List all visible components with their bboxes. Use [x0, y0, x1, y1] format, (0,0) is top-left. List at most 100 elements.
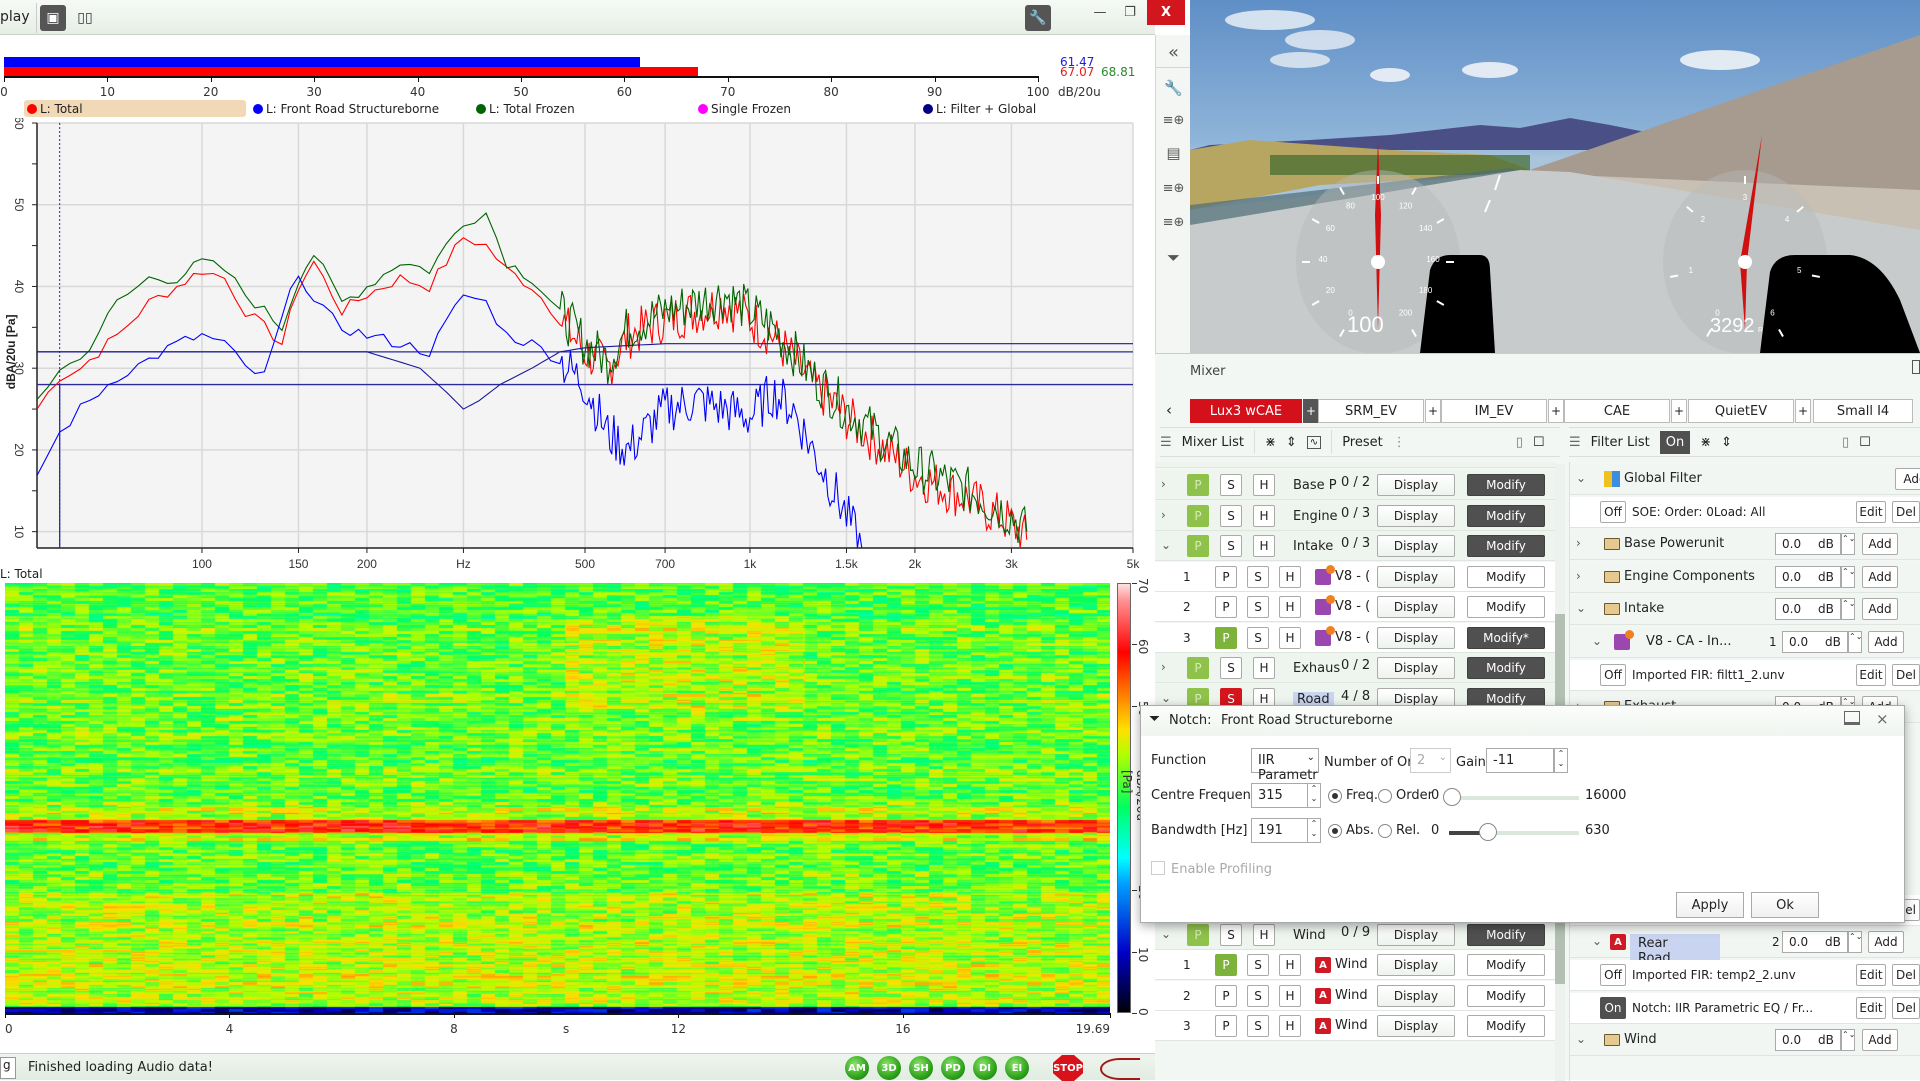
filter-row-folder[interactable]: ⌄ Intake 0.0 dB ⌃⌄ Add	[1570, 594, 1920, 626]
chevron-right-icon[interactable]: ›	[1161, 477, 1166, 491]
hide-button[interactable]: H	[1279, 1015, 1301, 1037]
modify-button[interactable]: Modify	[1467, 565, 1545, 588]
display-button[interactable]: Display	[1377, 474, 1455, 496]
function-select[interactable]: IIR Parametr ⌄	[1251, 748, 1319, 783]
filter-row-filter[interactable]: Off Imported FIR: filtt1_2.unv Edit Del	[1570, 659, 1920, 691]
add-tab-button[interactable]: +	[1548, 399, 1564, 423]
display-button[interactable]: Display	[1377, 565, 1455, 588]
add-button[interactable]: Add	[1868, 931, 1904, 954]
stop-button[interactable]: STOP	[1053, 1055, 1083, 1081]
display-button[interactable]: Display	[1377, 596, 1455, 618]
chevron-down-icon[interactable]: ⌄	[1576, 471, 1586, 485]
legend-item-single-frozen[interactable]: Single Frozen	[695, 100, 791, 117]
bandwidth-input[interactable]: 191	[1251, 818, 1308, 843]
chevron-right-icon[interactable]: ›	[1576, 569, 1581, 583]
gain-spinner[interactable]: ⌃ ⌄	[1554, 748, 1568, 773]
status-led-am[interactable]: AM	[845, 1056, 869, 1080]
mixer-group-row[interactable]: ⌄ P S H Wind 0 / 9 Display Modify	[1155, 919, 1555, 950]
modify-button[interactable]: Modify	[1467, 535, 1545, 557]
gain-db-input[interactable]: 0.0 dB	[1775, 598, 1841, 621]
add-tab-button[interactable]: +	[1795, 399, 1811, 423]
monitor-icon[interactable]: ▣	[40, 5, 66, 31]
mixer-item-row[interactable]: 2 P S H A Wind Display Modify	[1155, 980, 1555, 1011]
orders-select[interactable]: 2 ⌄	[1410, 748, 1451, 773]
play-button[interactable]: P	[1187, 535, 1209, 557]
display-button[interactable]: Display	[1377, 984, 1455, 1007]
solo-button[interactable]: S	[1220, 923, 1242, 946]
delete-button[interactable]: Del	[1892, 964, 1920, 986]
mixer-item-row[interactable]: 3 P S H V8 - (Display Modify*	[1155, 622, 1555, 653]
centre-slider-thumb[interactable]	[1442, 788, 1461, 806]
gain-db-spinner[interactable]: ⌃⌄	[1841, 598, 1855, 621]
display-button[interactable]: Display	[1377, 535, 1455, 557]
solo-button[interactable]: S	[1220, 504, 1242, 527]
gain-db-spinner[interactable]: ⌃⌄	[1848, 631, 1862, 653]
hide-button[interactable]: H	[1253, 535, 1275, 557]
mixer-tab-lux3-wcae[interactable]: Lux3 wCAE	[1190, 399, 1302, 423]
mixer-tab-small-i4[interactable]: Small I4	[1813, 399, 1913, 423]
chevron-right-icon[interactable]: ›	[1161, 660, 1166, 674]
menu-icon[interactable]: ☰	[1160, 435, 1172, 450]
filter-row-folder[interactable]: › Base Powerunit 0.0 dB ⌃⌄ Add	[1570, 529, 1920, 561]
modify-button[interactable]: Modify	[1467, 923, 1545, 946]
mixer-group-row[interactable]: › P S H Base P 0 / 2 Display Modify	[1155, 470, 1555, 500]
mixer-tab-quietev[interactable]: QuietEV	[1688, 399, 1794, 423]
modify-button[interactable]: Modify	[1467, 474, 1545, 496]
mixer-tab-im-ev[interactable]: IM_EV	[1441, 399, 1547, 423]
restore-button[interactable]: ❐	[1113, 0, 1147, 25]
tabs-scroll-left-icon[interactable]: ‹	[1166, 401, 1172, 419]
preset-label[interactable]: Preset	[1342, 435, 1383, 450]
delete-button[interactable]: Del	[1892, 663, 1920, 686]
wrench-icon[interactable]: 🔧	[1156, 73, 1191, 103]
hide-button[interactable]: H	[1279, 626, 1301, 649]
status-led-ei[interactable]: EI	[1005, 1056, 1029, 1080]
chevron-down-icon[interactable]: ⌄	[1161, 538, 1171, 552]
display-button[interactable]: Display	[1377, 954, 1455, 976]
gain-db-spinner[interactable]: ⌃⌄	[1841, 565, 1855, 588]
modify-button[interactable]: Modify	[1467, 596, 1545, 618]
enable-profiling-checkbox[interactable]	[1151, 861, 1165, 875]
solo-button[interactable]: S	[1247, 626, 1269, 649]
filter-row-audio_source[interactable]: ⌄ A Rear Road... 2 0.0 dB ⌃⌄ Add	[1570, 927, 1920, 969]
play-button[interactable]: P	[1187, 923, 1209, 946]
mixer-item-row[interactable]: 2 P S H V8 - (Display Modify	[1155, 592, 1555, 622]
filter-toggle[interactable]: On	[1600, 996, 1626, 1019]
modify-button[interactable]: Modify	[1467, 954, 1545, 976]
add-button[interactable]: Add	[1862, 533, 1898, 556]
display-button[interactable]: Display	[1377, 504, 1455, 527]
legend-item-total-frozen[interactable]: L: Total Frozen	[473, 100, 575, 117]
gain-db-input[interactable]: 0.0 dB	[1782, 631, 1848, 653]
gain-db-input[interactable]: 0.0 dB	[1775, 533, 1841, 556]
edit-button[interactable]: Edit	[1856, 964, 1886, 986]
chevron-down-icon[interactable]: ⌄	[1161, 927, 1171, 941]
status-led-pd[interactable]: PD	[941, 1056, 965, 1080]
gain-db-input[interactable]: 0.0 dB	[1775, 1029, 1841, 1052]
status-led-3d[interactable]: 3D	[877, 1056, 901, 1080]
filter-icon[interactable]: ⏷	[1156, 243, 1191, 273]
modify-button[interactable]: Modify	[1467, 657, 1545, 679]
filter-row-source[interactable]: ⌄ V8 - CA - In... 1 0.0 dB ⌃⌄ Add	[1570, 627, 1920, 658]
rel-radio[interactable]	[1378, 824, 1392, 838]
add-list-icon[interactable]: ≡⊕	[1156, 105, 1191, 135]
dock-icon[interactable]: ☐	[1859, 435, 1871, 450]
hide-button[interactable]: H	[1279, 984, 1301, 1007]
freq-radio[interactable]	[1328, 789, 1342, 803]
gain-db-spinner[interactable]: ⌃⌄	[1848, 931, 1862, 954]
hide-button[interactable]: H	[1253, 474, 1275, 496]
add-list-icon[interactable]: ≡⊕	[1156, 173, 1191, 203]
play-button[interactable]: P	[1215, 596, 1237, 618]
legend-item-filter-global[interactable]: L: Filter + Global	[920, 100, 1036, 117]
solo-button[interactable]: S	[1247, 596, 1269, 618]
collapse-left-icon[interactable]: «	[1156, 38, 1191, 68]
play-button[interactable]: P	[1187, 657, 1209, 679]
chevron-right-icon[interactable]: ›	[1161, 508, 1166, 522]
hide-button[interactable]: H	[1279, 954, 1301, 976]
hide-button[interactable]: H	[1253, 923, 1275, 946]
solo-button[interactable]: S	[1247, 565, 1269, 588]
pin-icon[interactable]: ▯	[1516, 435, 1523, 450]
chevron-down-icon[interactable]: ⌄	[1576, 1032, 1586, 1046]
centre-frequency-spinner[interactable]: ⌃ ⌄	[1307, 783, 1321, 808]
hide-button[interactable]: H	[1253, 657, 1275, 679]
gain-db-input[interactable]: 0.0 dB	[1775, 565, 1841, 588]
modify-button[interactable]: Modify*	[1467, 626, 1545, 649]
